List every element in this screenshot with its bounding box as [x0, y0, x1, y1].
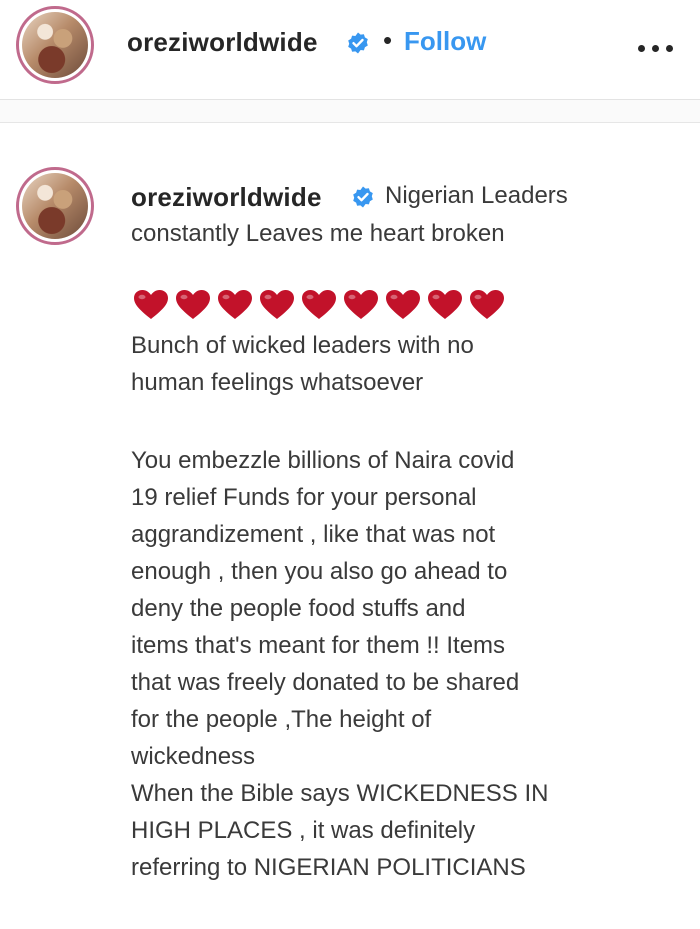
caption-line: Nigerian Leaders [385, 182, 568, 209]
caption-line: wickedness [131, 743, 256, 770]
caption-line: aggrandizement , like that was not [131, 521, 496, 548]
caption-line: When the Bible says WICKEDNESS IN [131, 780, 549, 807]
red-heart-emoji-icon [344, 290, 378, 319]
verified-badge-icon [353, 186, 373, 208]
caption-line: You embezzle billions of Naira covid [131, 447, 515, 474]
red-heart-emoji-icon [386, 290, 420, 319]
follow-button[interactable]: Follow [404, 26, 486, 57]
red-heart-emoji-icon [176, 290, 210, 319]
avatar-image [22, 173, 88, 239]
caption-line: Bunch of wicked leaders with no [131, 332, 474, 359]
red-heart-emoji-icon [260, 290, 294, 319]
caption-line: enough , then you also go ahead to [131, 558, 508, 585]
caption-line: deny the people food stuffs and [131, 595, 466, 622]
caption-line: for the people ,The height of [131, 706, 432, 733]
separator-dot: • [383, 25, 393, 55]
caption-line: that was freely donated to be shared [131, 669, 520, 696]
caption-line: 19 relief Funds for your personal [131, 484, 477, 511]
header-username-link[interactable]: oreziworldwide [127, 27, 318, 58]
avatar-image [22, 12, 88, 78]
profile-avatar[interactable] [16, 6, 94, 84]
caption-line: human feelings whatsoever [131, 369, 424, 396]
section-divider [0, 100, 700, 122]
red-heart-emoji-icon [428, 290, 462, 319]
post-header: oreziworldwide • Follow [0, 0, 700, 100]
red-heart-emoji-icon [470, 290, 504, 319]
red-heart-emoji-icon [134, 290, 168, 319]
caption-card: oreziworldwide Nigerian Leaders constant… [0, 122, 700, 929]
caption-username-link[interactable]: oreziworldwide [131, 182, 322, 213]
red-heart-emoji-icon [302, 290, 336, 319]
caption-line: items that's meant for them !! Items [131, 632, 506, 659]
caption-line: constantly Leaves me heart broken [131, 220, 505, 247]
more-options-icon[interactable] [636, 44, 676, 54]
red-heart-emoji-icon [218, 290, 252, 319]
caption-line: referring to NIGERIAN POLITICIANS [131, 854, 526, 881]
verified-badge-icon [348, 32, 368, 54]
heart-emoji-row [133, 289, 505, 323]
caption-line: HIGH PLACES , it was definitely [131, 817, 476, 844]
caption-avatar[interactable] [16, 167, 94, 245]
